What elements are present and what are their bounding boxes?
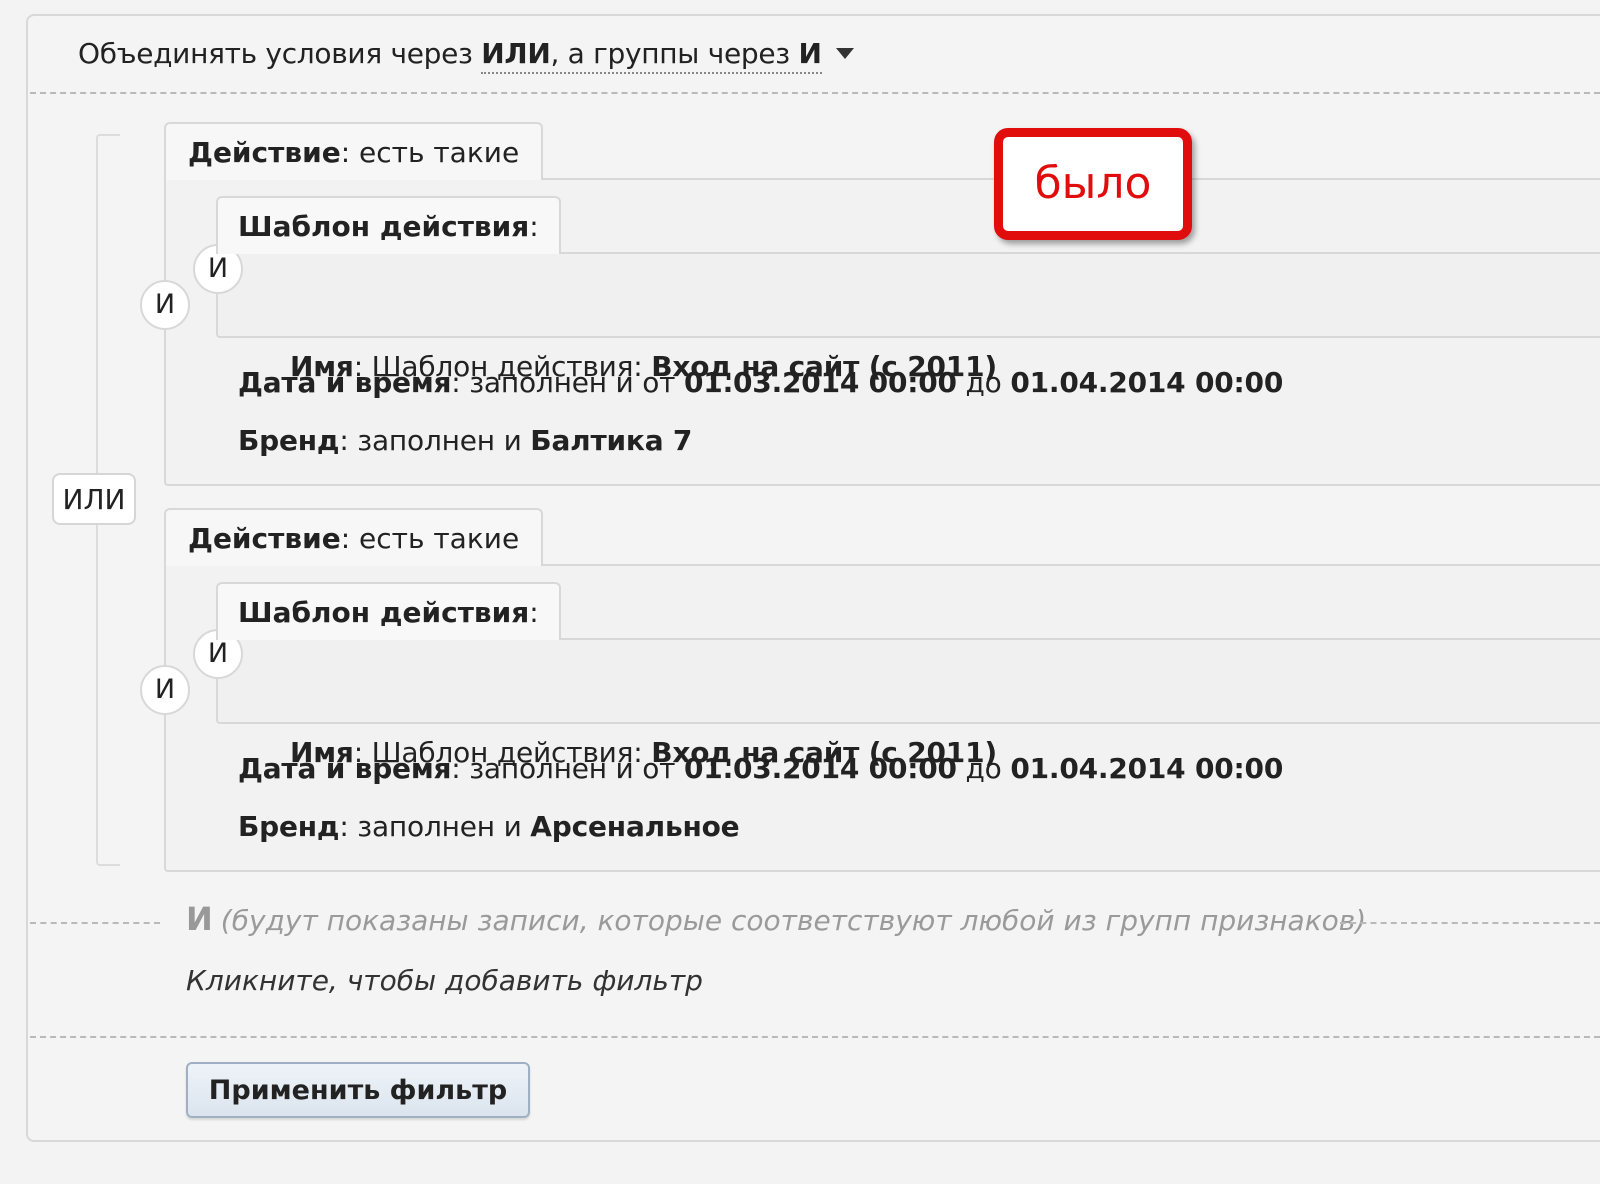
and-connector[interactable]: И: [140, 665, 190, 715]
action-value: : есть такие: [340, 136, 520, 169]
datetime-condition[interactable]: Дата и время: заполнен и от 01.03.2014 0…: [238, 366, 1283, 399]
brand-label: Бренд: [238, 424, 340, 457]
apply-filter-button[interactable]: Применить фильтр: [186, 1062, 530, 1118]
groups-and-label: И: [186, 900, 213, 938]
combine-mode-selector[interactable]: Объединять условия через ИЛИ, а группы ч…: [78, 30, 854, 80]
datetime-to: 01.04.2014 00:00: [1010, 752, 1284, 785]
annotation-stamp: было: [994, 128, 1192, 240]
template-colon: :: [529, 596, 539, 629]
filter-group-2: Действие: есть такие Шаблон действия: Им…: [164, 508, 1600, 872]
template-body: [216, 638, 1600, 724]
combine-middle: , а группы через: [550, 37, 799, 70]
datetime-from: 01.03.2014 00:00: [684, 752, 957, 785]
datetime-from: 01.03.2014 00:00: [684, 366, 957, 399]
template-block: Шаблон действия: Имя: Шаблон действия: В…: [216, 196, 1600, 383]
action-tab[interactable]: Действие: есть такие: [164, 122, 544, 180]
datetime-to-word: до: [956, 752, 1011, 785]
action-tab[interactable]: Действие: есть такие: [164, 508, 544, 566]
action-label: Действие: [188, 136, 341, 169]
datetime-to-word: до: [956, 366, 1011, 399]
brand-condition[interactable]: Бренд: заполнен и Балтика 7: [238, 424, 692, 457]
template-label: Шаблон действия: [238, 596, 530, 629]
datetime-to: 01.04.2014 00:00: [1010, 366, 1284, 399]
brand-middle: : заполнен и: [339, 424, 531, 457]
add-filter-link[interactable]: Кликните, чтобы добавить фильтр: [186, 964, 703, 997]
template-colon: :: [529, 210, 539, 243]
template-block: Шаблон действия: Имя: Шаблон действия: В…: [216, 582, 1600, 769]
header-divider: [30, 92, 1600, 94]
conditions-operator: ИЛИ: [481, 37, 551, 70]
combine-prefix: Объединять условия через: [78, 37, 482, 70]
and-divider-left: [30, 922, 160, 924]
datetime-middle: : заполнен и от: [451, 752, 684, 785]
datetime-label: Дата и время: [238, 752, 452, 785]
filter-group-1: Действие: есть такие Шаблон действия: Им…: [164, 122, 1600, 486]
template-label: Шаблон действия: [238, 210, 530, 243]
action-label: Действие: [188, 522, 341, 555]
template-body: [216, 252, 1600, 338]
caret-down-icon[interactable]: [835, 48, 854, 59]
template-tab[interactable]: Шаблон действия:: [216, 582, 561, 640]
template-tab[interactable]: Шаблон действия:: [216, 196, 561, 254]
brand-value: Балтика 7: [530, 424, 693, 457]
combine-mode-link[interactable]: ИЛИ, а группы через И: [481, 37, 822, 74]
datetime-middle: : заполнен и от: [451, 366, 684, 399]
groups-and-note: И (будут показаны записи, которые соответ…: [186, 900, 1366, 938]
groups-and-description: (будут показаны записи, которые соответс…: [220, 904, 1367, 937]
datetime-label: Дата и время: [238, 366, 452, 399]
or-connector[interactable]: ИЛИ: [52, 473, 136, 525]
brand-middle: : заполнен и: [339, 810, 531, 843]
datetime-condition[interactable]: Дата и время: заполнен и от 01.03.2014 0…: [238, 752, 1283, 785]
brand-value: Арсенальное: [530, 810, 740, 843]
groups-operator: И: [798, 37, 822, 70]
brand-condition[interactable]: Бренд: заполнен и Арсенальное: [238, 810, 740, 843]
and-divider-right: [1340, 922, 1600, 924]
brand-label: Бренд: [238, 810, 340, 843]
and-connector[interactable]: И: [140, 280, 190, 330]
footer-divider: [30, 1036, 1600, 1038]
action-value: : есть такие: [340, 522, 520, 555]
